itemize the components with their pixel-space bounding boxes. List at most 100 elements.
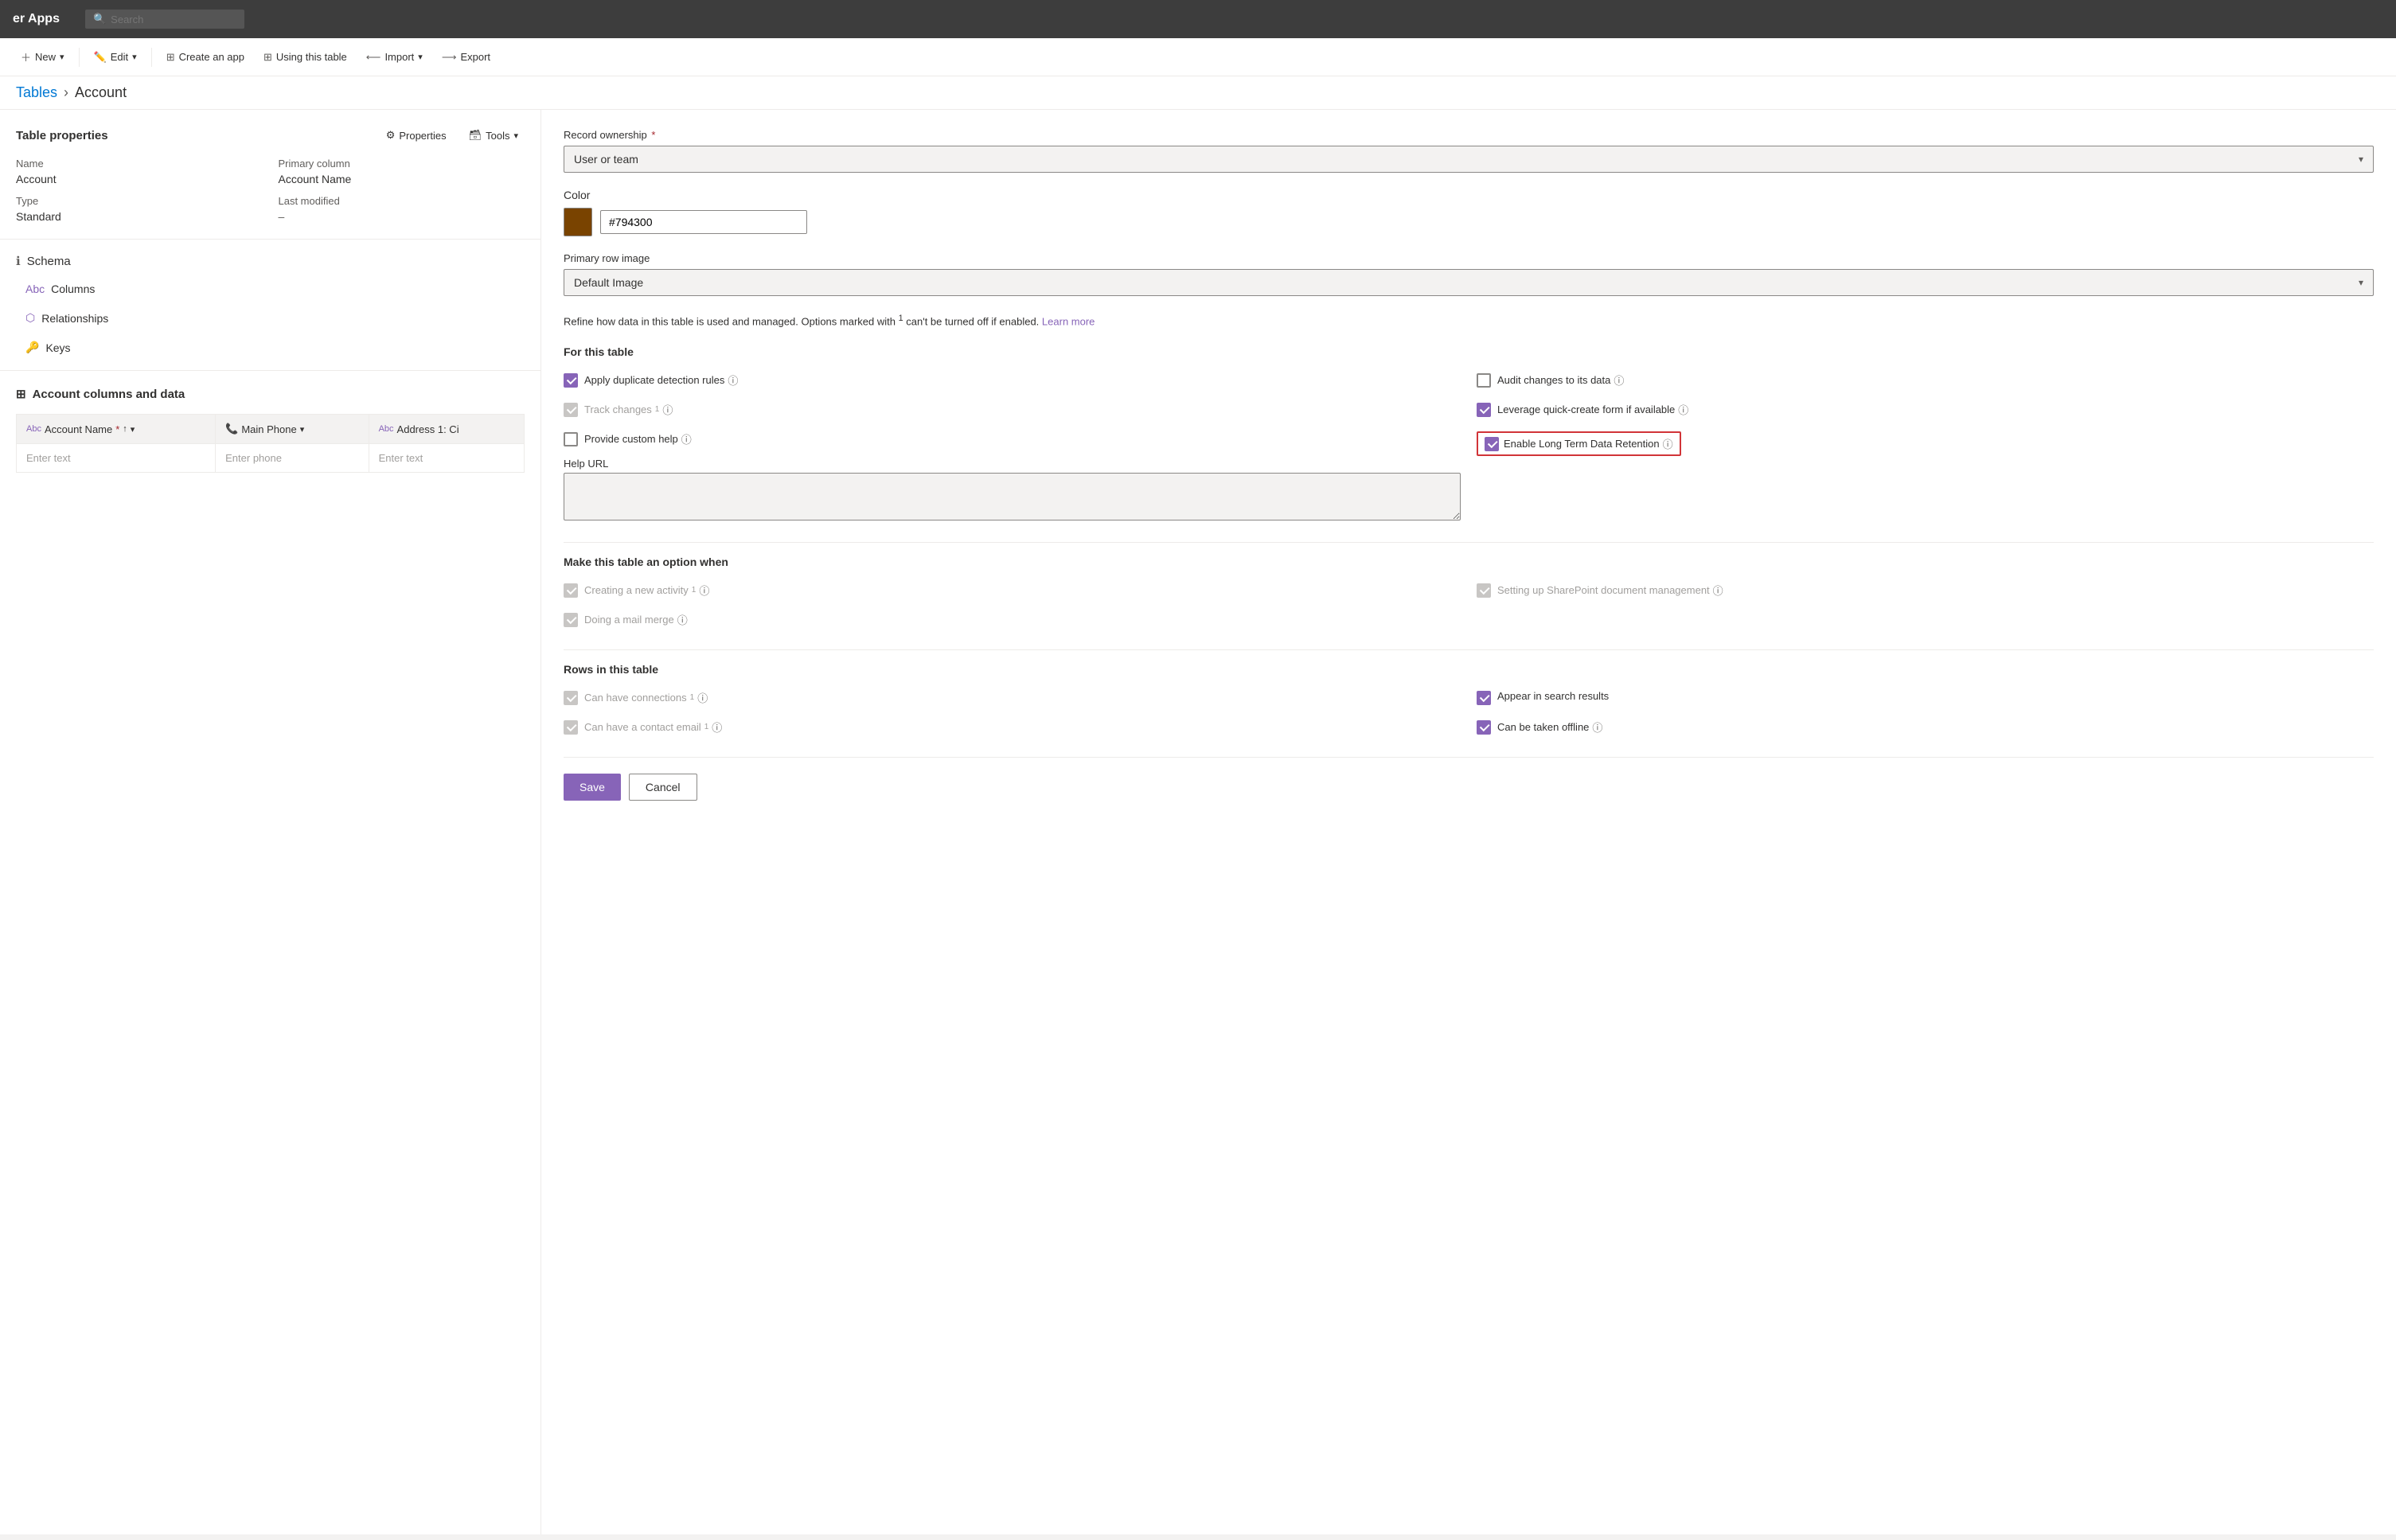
app-icon: ⊞ bbox=[166, 51, 175, 64]
provide-custom-help-row: Provide custom help ⓘ bbox=[564, 428, 1461, 450]
creating-activity-checkbox[interactable] bbox=[564, 583, 578, 598]
using-this-table-button[interactable]: ⊞ Using this table bbox=[256, 46, 355, 68]
can-have-contact-email-checkbox[interactable] bbox=[564, 720, 578, 735]
last-modified-prop: Last modified – bbox=[279, 195, 525, 223]
abc-badge-2: Abc bbox=[379, 424, 394, 434]
apply-duplicate-row: Apply duplicate detection rules ⓘ bbox=[564, 369, 1461, 391]
properties-panel: Record ownership * User or team ▾ Color … bbox=[541, 110, 2396, 820]
save-button[interactable]: Save bbox=[564, 774, 621, 801]
learn-more-link[interactable]: Learn more bbox=[1042, 315, 1095, 327]
mail-merge-label: Doing a mail merge ⓘ bbox=[584, 612, 688, 627]
leverage-quick-create-label: Leverage quick-create form if available … bbox=[1497, 402, 1688, 417]
apply-duplicate-checkbox[interactable] bbox=[564, 373, 578, 388]
export-button[interactable]: ⟶ Export bbox=[434, 46, 498, 68]
sharepoint-checkbox[interactable] bbox=[1477, 583, 1491, 598]
keys-icon: 🔑 bbox=[25, 341, 39, 354]
required-marker: * bbox=[651, 129, 655, 141]
track-changes-checkbox[interactable] bbox=[564, 403, 578, 417]
can-be-taken-offline-label: Can be taken offline ⓘ bbox=[1497, 719, 1602, 735]
table-properties-actions: ⚙ Properties 🗃 Tools ▾ bbox=[380, 126, 525, 145]
schema-columns-item[interactable]: Abc Columns bbox=[16, 275, 525, 303]
provide-custom-help-checkbox[interactable] bbox=[564, 432, 578, 446]
col-header-address[interactable]: Abc Address 1: Ci bbox=[369, 415, 524, 444]
name-prop: Name Account bbox=[16, 158, 263, 185]
make-option-title: Make this table an option when bbox=[564, 556, 2374, 568]
appear-in-search-checkbox[interactable] bbox=[1477, 691, 1491, 705]
section-divider-2 bbox=[564, 649, 2374, 650]
cell-main-phone[interactable]: Enter phone bbox=[216, 444, 369, 473]
leverage-quick-create-checkbox[interactable] bbox=[1477, 403, 1491, 417]
chevron-col-phone-icon[interactable]: ▾ bbox=[300, 424, 305, 435]
color-swatch[interactable] bbox=[564, 208, 592, 236]
tools-button[interactable]: 🗃 Tools ▾ bbox=[462, 126, 525, 145]
cell-address[interactable]: Enter text bbox=[369, 444, 524, 473]
for-this-table-title: For this table bbox=[564, 345, 2374, 358]
col-header-account-name[interactable]: Abc Account Name * ↑ ▾ bbox=[17, 415, 216, 444]
audit-changes-checkbox[interactable] bbox=[1477, 373, 1491, 388]
mail-merge-checkbox[interactable] bbox=[564, 613, 578, 627]
primary-row-image-dropdown[interactable]: Default Image ▾ bbox=[564, 269, 2374, 296]
schema-section: ℹ Schema Abc Columns ⬡ Relationships 🔑 K… bbox=[0, 240, 540, 371]
app-title: er Apps bbox=[13, 12, 60, 26]
app-header: er Apps 🔍 bbox=[0, 0, 2396, 38]
footer-actions: Save Cancel bbox=[564, 757, 2374, 801]
record-ownership-dropdown[interactable]: User or team ▾ bbox=[564, 146, 2374, 173]
right-panel: Record ownership * User or team ▾ Color … bbox=[541, 110, 2396, 1534]
section-divider-1 bbox=[564, 542, 2374, 543]
create-app-button[interactable]: ⊞ Create an app bbox=[158, 46, 252, 68]
provide-custom-help-label: Provide custom help ⓘ bbox=[584, 431, 692, 446]
cancel-button[interactable]: Cancel bbox=[629, 774, 697, 801]
enable-ltdr-label: Enable Long Term Data Retention ⓘ bbox=[1504, 436, 1673, 451]
sharepoint-label: Setting up SharePoint document managemen… bbox=[1497, 583, 1723, 598]
breadcrumb-parent[interactable]: Tables bbox=[16, 84, 57, 101]
sort-icon[interactable]: ↑ bbox=[123, 424, 127, 434]
properties-button[interactable]: ⚙ Properties bbox=[380, 126, 453, 145]
gear-icon: ⚙ bbox=[386, 129, 396, 142]
required-star: * bbox=[115, 423, 119, 435]
mail-merge-info: ⓘ bbox=[677, 612, 688, 627]
rows-title: Rows in this table bbox=[564, 663, 2374, 676]
col-header-main-phone[interactable]: 📞 Main Phone ▾ bbox=[216, 415, 369, 444]
provide-custom-help-col: Provide custom help ⓘ Help URL bbox=[564, 428, 1461, 523]
leverage-info: ⓘ bbox=[1678, 402, 1688, 417]
search-box[interactable]: 🔍 bbox=[85, 10, 244, 29]
make-option-grid: Creating a new activity 1 ⓘ Setting up S… bbox=[564, 579, 2374, 630]
can-have-connections-checkbox[interactable] bbox=[564, 691, 578, 705]
type-prop: Type Standard bbox=[16, 195, 263, 223]
chevron-col-icon[interactable]: ▾ bbox=[131, 424, 135, 435]
properties-grid: Name Account Primary column Account Name… bbox=[16, 158, 525, 223]
new-button[interactable]: ＋ New ▾ bbox=[13, 45, 72, 69]
info-text: Refine how data in this table is used an… bbox=[564, 312, 2374, 329]
edit-icon: ✏️ bbox=[94, 51, 107, 64]
can-have-contact-email-row: Can have a contact email 1 ⓘ bbox=[564, 716, 1461, 738]
apply-duplicate-info: ⓘ bbox=[728, 372, 738, 388]
schema-keys-item[interactable]: 🔑 Keys bbox=[16, 333, 525, 362]
import-button[interactable]: ⟵ Import ▾ bbox=[358, 46, 431, 68]
can-have-connections-label: Can have connections 1 ⓘ bbox=[584, 690, 708, 705]
for-this-table-grid: Apply duplicate detection rules ⓘ Audit … bbox=[564, 369, 2374, 523]
track-changes-info: ⓘ bbox=[662, 402, 673, 417]
export-icon: ⟶ bbox=[442, 51, 457, 64]
import-icon: ⟵ bbox=[366, 51, 381, 64]
schema-relationships-item[interactable]: ⬡ Relationships bbox=[16, 303, 525, 333]
cell-account-name[interactable]: Enter text bbox=[17, 444, 216, 473]
can-be-taken-offline-row: Can be taken offline ⓘ bbox=[1477, 716, 2374, 738]
for-this-table-section: For this table Apply duplicate detection… bbox=[564, 345, 2374, 523]
search-input[interactable] bbox=[111, 14, 230, 25]
audit-changes-row: Audit changes to its data ⓘ bbox=[1477, 369, 2374, 391]
left-panel: Table properties ⚙ Properties 🗃 Tools ▾ … bbox=[0, 110, 541, 1534]
color-input-row bbox=[564, 208, 2374, 236]
rows-grid: Can have connections 1 ⓘ Appear in searc… bbox=[564, 687, 2374, 738]
chevron-down-ownership: ▾ bbox=[2359, 154, 2363, 165]
record-ownership-label: Record ownership * bbox=[564, 129, 2374, 141]
primary-row-image-group: Primary row image Default Image ▾ bbox=[564, 252, 2374, 296]
color-text-input[interactable] bbox=[600, 210, 807, 234]
enable-ltdr-checkbox[interactable] bbox=[1485, 437, 1499, 451]
sharepoint-info: ⓘ bbox=[1713, 583, 1723, 598]
edit-button[interactable]: ✏️ Edit ▾ bbox=[86, 46, 145, 68]
can-be-taken-offline-checkbox[interactable] bbox=[1477, 720, 1491, 735]
help-url-input[interactable] bbox=[564, 473, 1461, 520]
connections-info: ⓘ bbox=[697, 690, 708, 705]
apply-duplicate-label: Apply duplicate detection rules ⓘ bbox=[584, 372, 738, 388]
data-section-header: ⊞ Account columns and data bbox=[16, 387, 525, 401]
